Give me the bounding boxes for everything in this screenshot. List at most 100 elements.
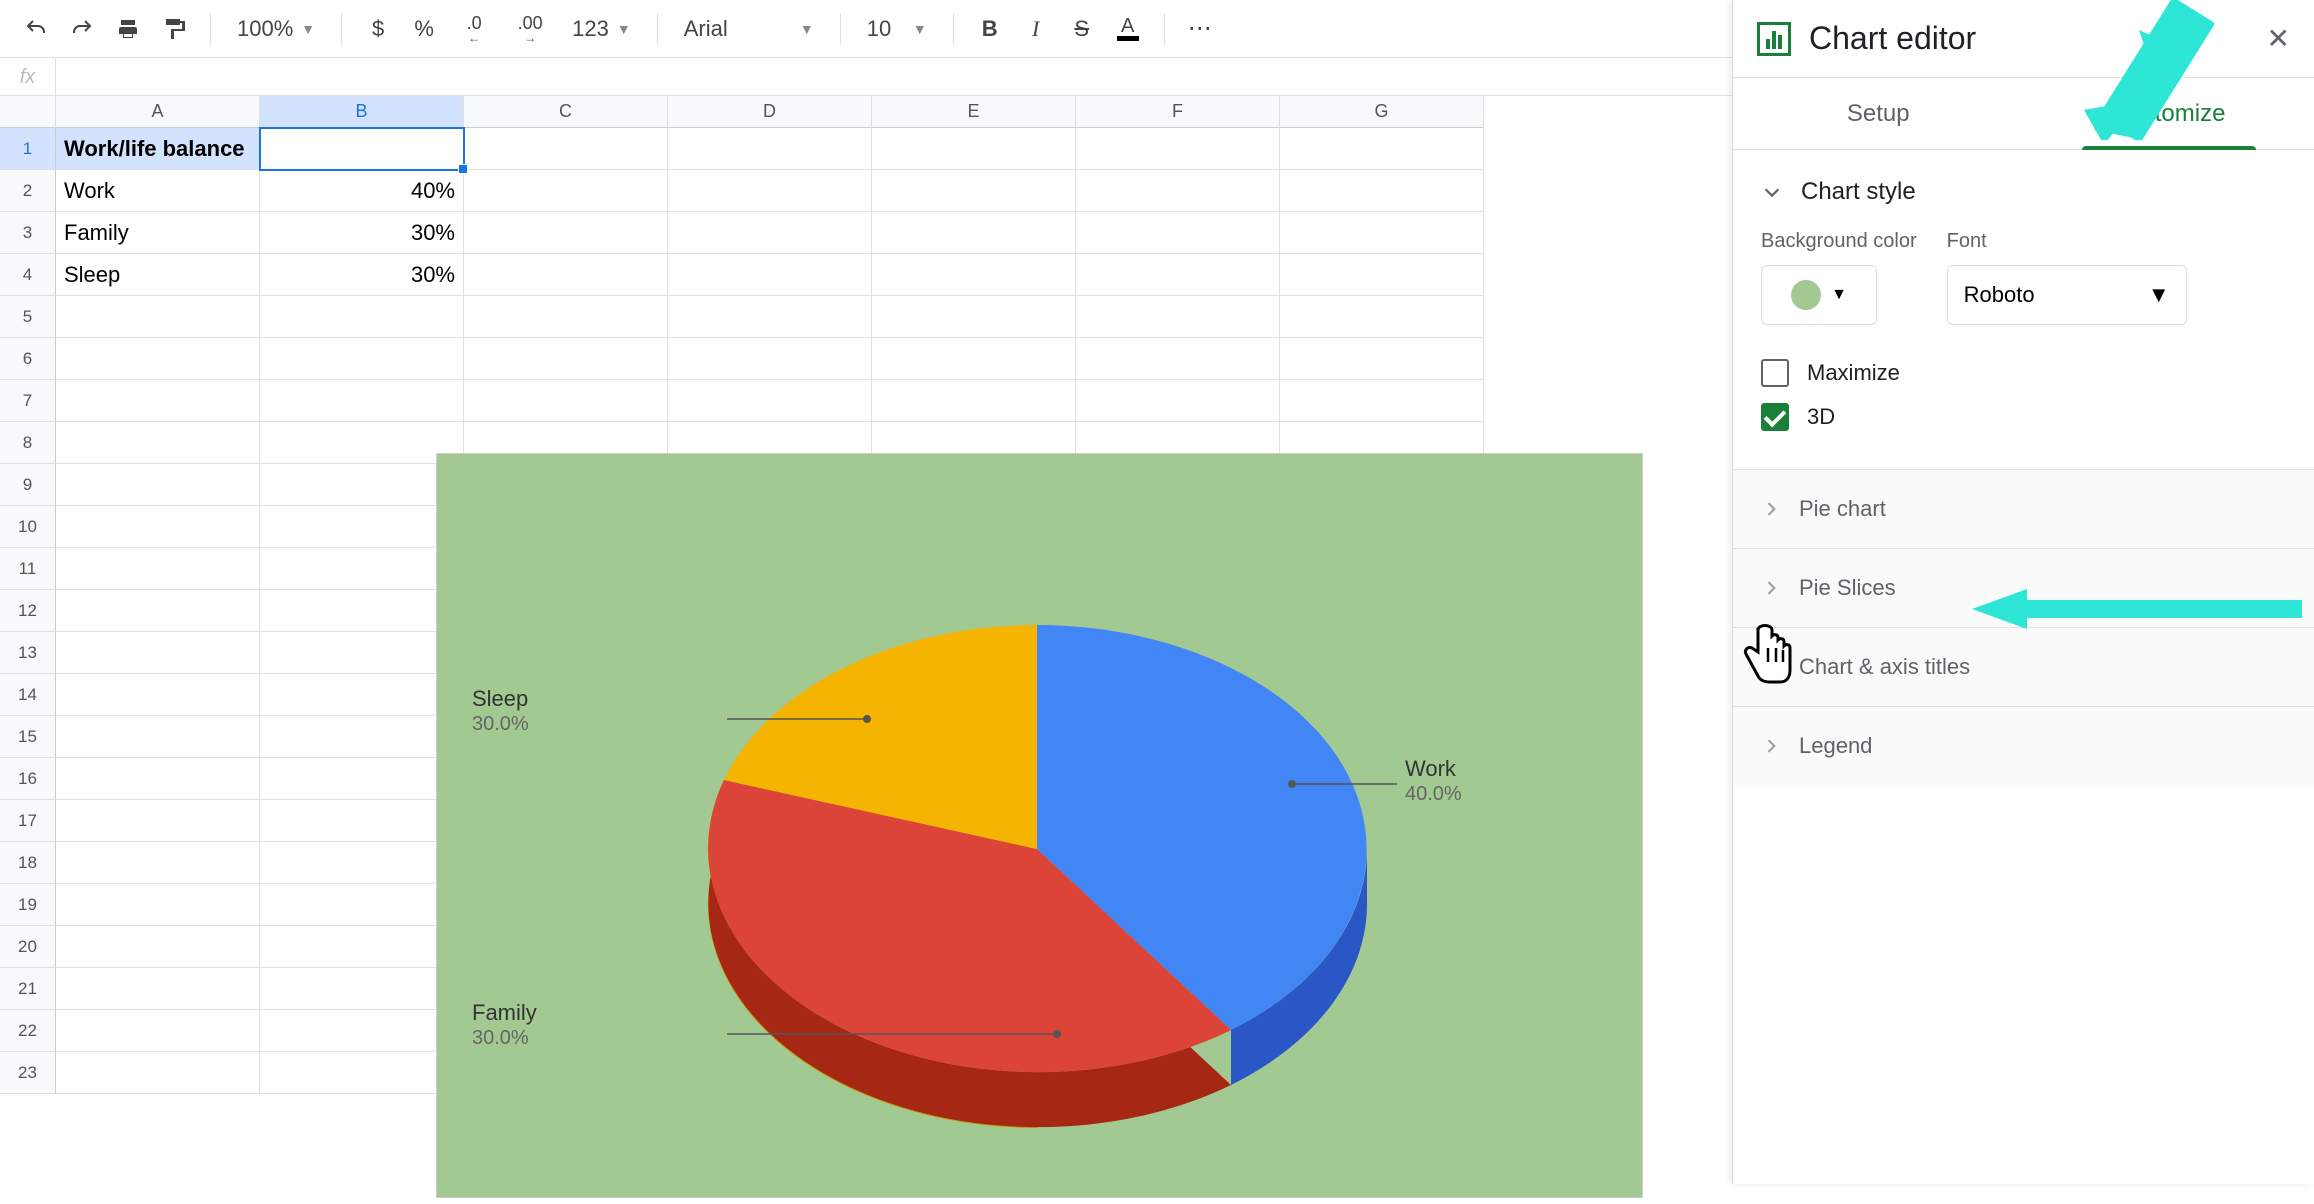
cell[interactable]: [56, 968, 260, 1010]
cell[interactable]: [872, 254, 1076, 296]
cell[interactable]: [260, 380, 464, 422]
cell[interactable]: [668, 212, 872, 254]
currency-button[interactable]: $: [358, 9, 398, 49]
cell[interactable]: [260, 884, 464, 926]
cell[interactable]: [56, 758, 260, 800]
cell[interactable]: [56, 674, 260, 716]
col-header-b[interactable]: B: [260, 96, 464, 128]
cell[interactable]: [1280, 338, 1484, 380]
col-header-a[interactable]: A: [56, 96, 260, 128]
cell[interactable]: [56, 1010, 260, 1052]
row-header[interactable]: 16: [0, 758, 56, 800]
font-family-select[interactable]: Arial▼: [674, 16, 824, 42]
cell[interactable]: [56, 380, 260, 422]
chart-style-header[interactable]: Chart style: [1761, 168, 2286, 216]
cell[interactable]: [668, 128, 872, 170]
row-header[interactable]: 18: [0, 842, 56, 884]
decrease-decimal-button[interactable]: .0←: [450, 9, 498, 49]
cell[interactable]: 40%: [260, 170, 464, 212]
cell[interactable]: [56, 506, 260, 548]
cell[interactable]: [56, 296, 260, 338]
section-pie-slices[interactable]: Pie Slices: [1733, 549, 2314, 628]
cell[interactable]: [56, 800, 260, 842]
row-header[interactable]: 17: [0, 800, 56, 842]
cell[interactable]: [260, 800, 464, 842]
row-header[interactable]: 1: [0, 128, 56, 170]
redo-button[interactable]: [62, 9, 102, 49]
cell[interactable]: [464, 170, 668, 212]
row-header[interactable]: 20: [0, 926, 56, 968]
cell[interactable]: [668, 254, 872, 296]
cell[interactable]: [56, 842, 260, 884]
row-header[interactable]: 8: [0, 422, 56, 464]
zoom-select[interactable]: 100%▼: [227, 16, 325, 42]
tab-customize[interactable]: Customize: [2024, 78, 2314, 149]
cell[interactable]: [1280, 128, 1484, 170]
cell[interactable]: [872, 296, 1076, 338]
cell[interactable]: [56, 716, 260, 758]
cell[interactable]: [1076, 380, 1280, 422]
cell[interactable]: Sleep: [56, 254, 260, 296]
col-header-e[interactable]: E: [872, 96, 1076, 128]
cell[interactable]: [464, 128, 668, 170]
row-header[interactable]: 7: [0, 380, 56, 422]
row-header[interactable]: 3: [0, 212, 56, 254]
cell[interactable]: Work: [56, 170, 260, 212]
cell[interactable]: [56, 632, 260, 674]
bg-color-select[interactable]: ▼: [1761, 265, 1877, 325]
row-header[interactable]: 19: [0, 884, 56, 926]
cell[interactable]: Work/life balance: [56, 128, 260, 170]
cell[interactable]: [872, 338, 1076, 380]
row-header[interactable]: 6: [0, 338, 56, 380]
cell[interactable]: [260, 632, 464, 674]
cell[interactable]: [1280, 380, 1484, 422]
cell[interactable]: Family: [56, 212, 260, 254]
row-header[interactable]: 13: [0, 632, 56, 674]
section-legend[interactable]: Legend: [1733, 707, 2314, 785]
cell[interactable]: [260, 128, 464, 170]
cell[interactable]: [872, 380, 1076, 422]
strikethrough-button[interactable]: S: [1062, 9, 1102, 49]
print-button[interactable]: [108, 9, 148, 49]
cell[interactable]: [872, 212, 1076, 254]
cell[interactable]: [260, 1052, 464, 1094]
tab-setup[interactable]: Setup: [1733, 78, 2024, 149]
cell[interactable]: [260, 296, 464, 338]
cell[interactable]: [260, 716, 464, 758]
cell[interactable]: [872, 128, 1076, 170]
row-header[interactable]: 23: [0, 1052, 56, 1094]
cell[interactable]: [1076, 296, 1280, 338]
text-color-button[interactable]: A: [1108, 9, 1148, 49]
cell[interactable]: [56, 590, 260, 632]
select-all-corner[interactable]: [0, 96, 56, 128]
cell[interactable]: [668, 296, 872, 338]
cell[interactable]: [464, 212, 668, 254]
3d-checkbox[interactable]: 3D: [1761, 395, 2286, 439]
row-header[interactable]: 14: [0, 674, 56, 716]
cell[interactable]: 30%: [260, 254, 464, 296]
cell[interactable]: [260, 422, 464, 464]
row-header[interactable]: 2: [0, 170, 56, 212]
maximize-checkbox[interactable]: Maximize: [1761, 351, 2286, 395]
cell[interactable]: [1280, 212, 1484, 254]
cell[interactable]: [1076, 338, 1280, 380]
bold-button[interactable]: B: [970, 9, 1010, 49]
more-toolbar-button[interactable]: ⋯: [1181, 9, 1221, 49]
cell[interactable]: [1076, 170, 1280, 212]
cell[interactable]: [668, 170, 872, 212]
cell[interactable]: [260, 590, 464, 632]
col-header-c[interactable]: C: [464, 96, 668, 128]
cell[interactable]: [260, 1010, 464, 1052]
undo-button[interactable]: [16, 9, 56, 49]
col-header-g[interactable]: G: [1280, 96, 1484, 128]
cell[interactable]: [56, 422, 260, 464]
cell[interactable]: [260, 968, 464, 1010]
cell[interactable]: [1280, 170, 1484, 212]
row-header[interactable]: 15: [0, 716, 56, 758]
row-header[interactable]: 10: [0, 506, 56, 548]
cell[interactable]: [56, 338, 260, 380]
cell[interactable]: [464, 380, 668, 422]
percent-button[interactable]: %: [404, 9, 444, 49]
cell[interactable]: [464, 296, 668, 338]
cell[interactable]: [260, 926, 464, 968]
